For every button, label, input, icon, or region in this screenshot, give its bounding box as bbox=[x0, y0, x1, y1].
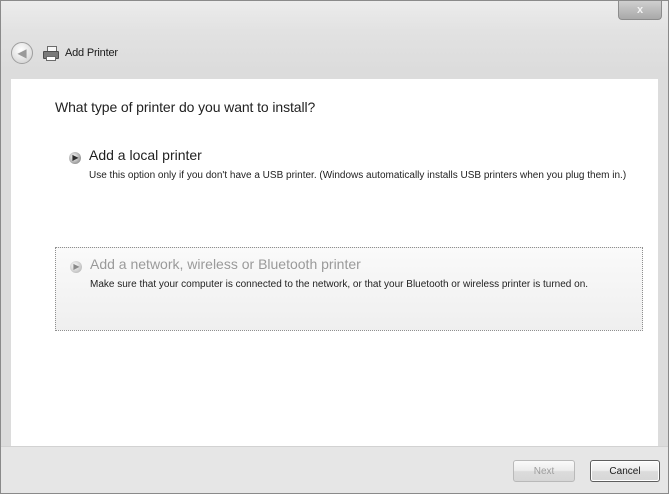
cancel-button[interactable]: Cancel bbox=[590, 460, 660, 482]
add-local-printer-option[interactable]: ▶ Add a local printer Use this option on… bbox=[55, 139, 643, 219]
printer-icon bbox=[43, 46, 59, 61]
option-title: Add a local printer bbox=[89, 147, 202, 163]
content-panel: What type of printer do you want to inst… bbox=[11, 79, 658, 446]
option-title: Add a network, wireless or Bluetooth pri… bbox=[90, 256, 361, 272]
navigation-bar: ◀ Add Printer bbox=[11, 41, 118, 65]
dialog-footer: Next Cancel bbox=[1, 446, 668, 493]
add-printer-window: x ◀ Add Printer What type of printer do … bbox=[0, 0, 669, 494]
next-button[interactable]: Next bbox=[513, 460, 575, 482]
arrow-right-icon: ▶ bbox=[70, 261, 82, 273]
close-icon: x bbox=[636, 3, 644, 16]
back-button[interactable]: ◀ bbox=[11, 42, 33, 64]
window-title: Add Printer bbox=[65, 47, 118, 59]
arrow-right-icon: ▶ bbox=[69, 152, 81, 164]
option-description: Use this option only if you don't have a… bbox=[89, 170, 627, 181]
option-description: Make sure that your computer is connecte… bbox=[90, 279, 589, 290]
close-button[interactable]: x bbox=[618, 1, 662, 20]
add-network-printer-option[interactable]: ▶ Add a network, wireless or Bluetooth p… bbox=[55, 247, 643, 331]
back-arrow-icon: ◀ bbox=[17, 46, 27, 60]
page-question: What type of printer do you want to inst… bbox=[55, 99, 316, 115]
